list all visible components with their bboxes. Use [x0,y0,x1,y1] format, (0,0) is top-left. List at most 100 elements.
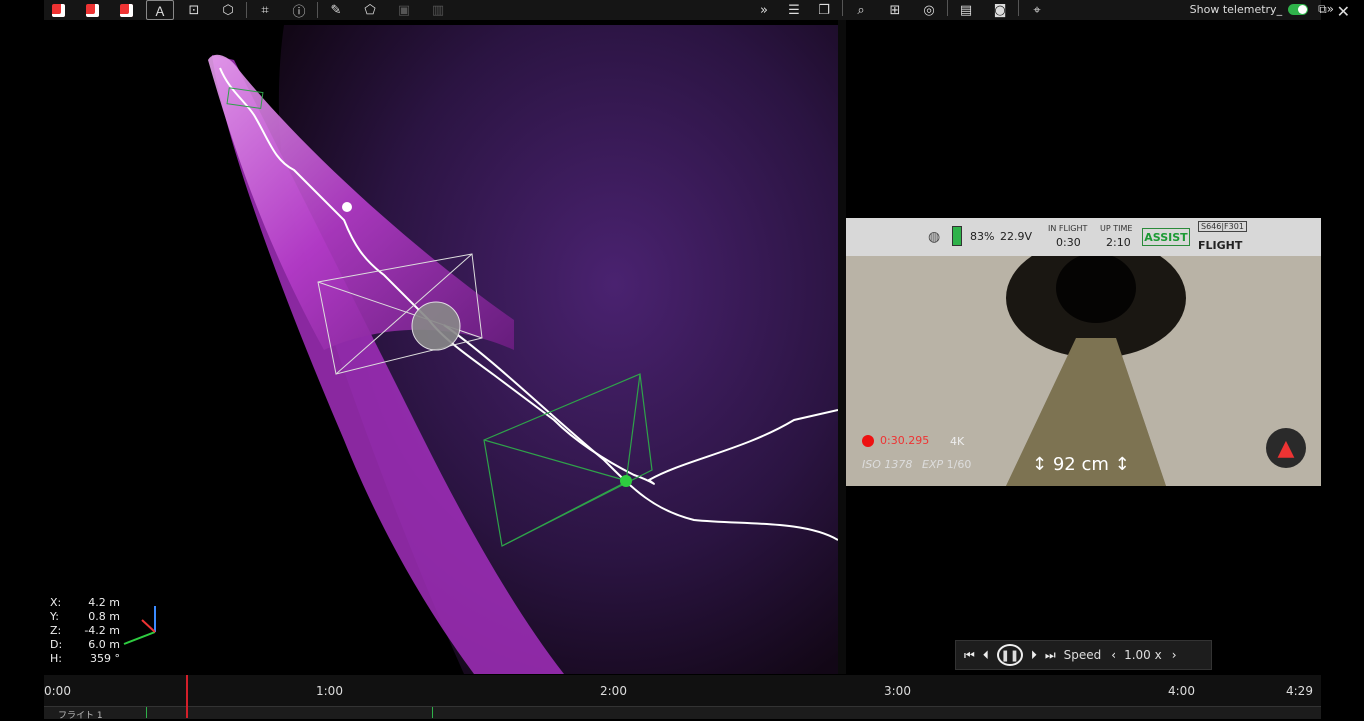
text-tool-button[interactable]: Ａ [146,0,174,20]
crop-button[interactable]: ⌗ [251,0,279,20]
show-telemetry-label: Show telemetry_ [1189,3,1283,16]
iso-value: ISO 1378 [862,458,913,471]
pause-icon: ❚❚ [1000,648,1020,662]
recording-indicator: 0:30.295 [862,434,929,447]
trash-button[interactable]: ▥ [424,0,452,20]
recording-time: 0:30.295 [880,434,930,447]
globe-icon: ◍ [928,229,941,245]
coord-value: -4.2 m [84,624,120,637]
camera-video-panel[interactable]: ◍ 83% 22.9V IN FLIGHT 0:30 UP TIME 2:10 … [846,218,1321,486]
polygon-icon: ⬠ [364,2,376,18]
export-icon: ⊞ [889,2,901,18]
coord-label: X: [50,596,62,609]
timeline-tick: 1:00 [316,684,343,698]
marker-point-white [342,202,352,212]
top-toolbar: Ａ ⊡ ⬡ ⌗ ⓘ ✎ ⬠ ▣ ▥ » ☰ ❐ ⌕ ⊞ ◎ ▤ ◙ ⌖ [44,0,1321,20]
point-cloud-svg [123,25,838,674]
zoom-button[interactable]: ⌕ [847,0,875,20]
view-top-button[interactable] [112,0,140,20]
toolbar-divider [317,2,318,18]
location-pin-icon: ⌖ [1033,2,1041,18]
timeline-track[interactable] [44,706,1321,719]
coord-value: 0.8 m [88,610,120,623]
windows-button[interactable]: ❐ [810,0,838,20]
point-cloud-viewport[interactable] [44,20,838,674]
save-icon: ▣ [397,2,411,18]
pause-button[interactable]: ❚❚ [996,644,1023,666]
speed-value: 1.00 x [1124,648,1162,662]
help-button[interactable]: ⓘ [285,0,313,20]
panel-splitter[interactable] [838,20,846,674]
coord-label: Y: [50,610,59,623]
show-telemetry-control[interactable]: Show telemetry_ ⧉» [1190,2,1334,17]
coordinate-readout: X: 4.2 m Y: 0.8 m Z: -4.2 m D: 6.0 m H: 359 ° [50,596,120,666]
coord-label: D: [50,638,63,651]
axis-gizmo [123,606,156,645]
trash-icon: ▥ [431,2,445,18]
clipboard-icon: ▤ [959,2,973,18]
assist-badge: ASSIST [1142,228,1190,246]
battery-voltage: 22.9V [1000,230,1033,243]
skip-start-icon[interactable]: ⏮ [964,648,975,663]
video-hud-bar: ◍ 83% 22.9V IN FLIGHT 0:30 UP TIME 2:10 … [846,218,1321,256]
battery-icon [952,226,962,246]
camera-icon: ◙ [993,2,1007,18]
speed-increase-icon[interactable]: › [1172,648,1177,662]
collapse-button[interactable]: » [750,0,778,20]
distance-readout: ↕ 92 cm ↕ [1032,454,1130,475]
playback-controls: ⏮ ⏴ ❚❚ ⏵ ⏭ Speed ‹ 1.00 x › [955,640,1212,670]
speed-decrease-icon[interactable]: ‹ [1111,648,1116,662]
coord-value: 359 ° [90,652,120,665]
snapshot-button[interactable]: ⊡ [180,0,208,20]
pencil-button[interactable]: ✎ [322,0,350,20]
flight-mode: FLIGHT [1198,239,1243,252]
timeline-playhead[interactable] [186,675,188,718]
polygon-button[interactable]: ⬠ [356,0,384,20]
camera-button[interactable]: ◙ [986,0,1014,20]
view-front-button[interactable] [44,0,72,20]
rgb-icon: ◎ [923,2,935,18]
text-tool-icon: Ａ [153,4,167,20]
show-telemetry-toggle[interactable] [1288,4,1309,15]
view-side-button[interactable] [78,0,106,20]
pencil-icon: ✎ [330,2,342,18]
in-flight-time: 0:30 [1056,236,1081,249]
save-button[interactable]: ▣ [390,0,418,20]
uptime-label: UP TIME [1100,224,1133,233]
settings-sliders-button[interactable]: ☰ [780,0,808,20]
snapshot-icon: ⊡ [188,2,200,18]
timeline-tick: 0:00 [44,684,71,698]
zoom-icon: ⌕ [857,2,865,18]
step-forward-icon[interactable]: ⏵ [1031,648,1037,663]
timeline[interactable]: 0:00 1:00 2:00 3:00 4:00 4:29 フライト 1 [44,675,1321,721]
windows-icon: ❐ [818,2,830,18]
help-icon: ⓘ [292,4,306,20]
track-marker [432,707,433,718]
flight-code: S646|F301 [1198,221,1247,232]
in-flight-label: IN FLIGHT [1048,224,1088,233]
crop-icon: ⌗ [261,2,269,18]
rgb-button[interactable]: ◎ [915,0,943,20]
double-chevron-right-icon: » [760,2,768,18]
exposure-value: 1/60 [946,458,972,471]
toolbar-divider [842,0,843,16]
expand-icon[interactable]: ⧉» [1318,2,1334,17]
step-back-icon[interactable]: ⏴ [983,648,989,663]
location-button[interactable]: ⌖ [1023,0,1051,20]
close-icon[interactable]: ✕ [1337,2,1350,21]
skip-end-icon[interactable]: ⏭ [1045,648,1056,663]
coord-value: 6.0 m [88,638,120,651]
export-button[interactable]: ⊞ [881,0,909,20]
coord-value: 4.2 m [88,596,120,609]
track-marker [146,707,147,718]
clipboard-button[interactable]: ▤ [952,0,980,20]
toolbar-divider [1018,0,1019,16]
record-dot-icon [862,435,874,447]
distance-value: 92 cm [1052,454,1109,475]
battery-percent: 83% [970,230,995,243]
timeline-tick: 4:00 [1168,684,1195,698]
3d-box-button[interactable]: ⬡ [214,0,242,20]
uptime-time: 2:10 [1106,236,1131,249]
coord-label: H: [50,652,62,665]
view-cube-top-icon [119,3,133,17]
